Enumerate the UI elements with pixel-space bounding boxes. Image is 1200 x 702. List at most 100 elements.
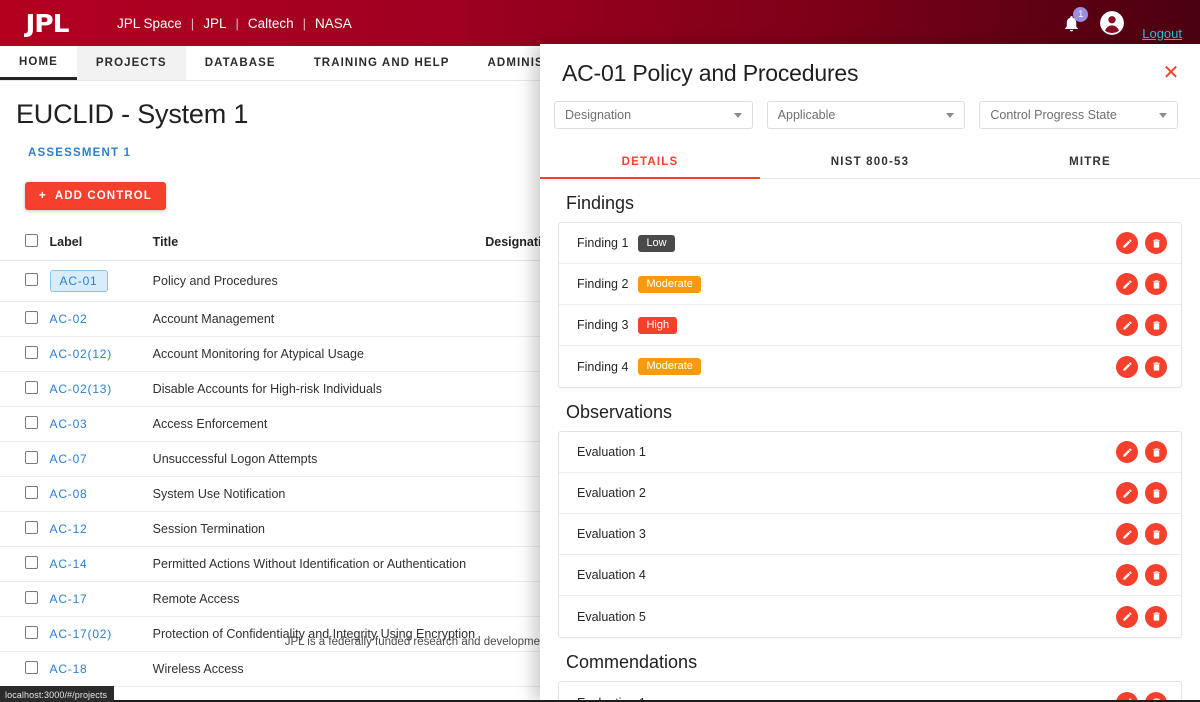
jpl-logo: JPL <box>25 8 70 38</box>
control-label-link[interactable]: AC-12 <box>50 522 88 536</box>
nav-item-projects[interactable]: PROJECTS <box>76 46 186 80</box>
list-item[interactable]: Finding 3 High <box>559 305 1181 346</box>
tab-mitre[interactable]: MITRE <box>980 145 1200 178</box>
control-label-link[interactable]: AC-17 <box>50 592 88 606</box>
brand-link-jpl[interactable]: JPL <box>194 16 235 31</box>
list-item-label: Evaluation 4 <box>577 568 646 582</box>
pencil-icon <box>1122 488 1132 498</box>
brand-link-nasa[interactable]: NASA <box>306 16 361 31</box>
delete-button[interactable] <box>1145 314 1167 336</box>
list-item[interactable]: Finding 1 Low <box>559 223 1181 264</box>
row-label-cell: AC-12 <box>49 511 153 547</box>
control-label-link[interactable]: AC-01 <box>49 270 108 292</box>
application-window: JPL JPL Space | JPL | Caltech | NASA 1 L… <box>0 0 1200 702</box>
row-checkbox[interactable] <box>25 381 38 394</box>
trash-icon <box>1152 238 1160 248</box>
row-label-cell: AC-07 <box>49 441 153 477</box>
edit-button[interactable] <box>1116 605 1138 628</box>
row-checkbox[interactable] <box>25 451 38 464</box>
brand-link-jpl-space[interactable]: JPL Space <box>108 16 191 31</box>
logout-link[interactable]: Logout <box>1142 26 1182 41</box>
designation-dropdown[interactable]: Designation <box>554 101 753 129</box>
list-item[interactable]: Evaluation 1 <box>559 682 1181 702</box>
list-item[interactable]: Evaluation 2 <box>559 473 1181 514</box>
edit-button[interactable] <box>1116 232 1138 254</box>
row-title-cell: Account Monitoring for Atypical Usage <box>152 336 486 372</box>
user-avatar-button[interactable] <box>1096 7 1128 39</box>
control-label-link[interactable]: AC-14 <box>50 557 88 571</box>
brand-bar: JPL JPL Space | JPL | Caltech | NASA 1 L… <box>0 0 1200 46</box>
pencil-icon <box>1122 320 1132 330</box>
control-progress-state-dropdown[interactable]: Control Progress State <box>979 101 1179 129</box>
row-checkbox[interactable] <box>25 521 38 534</box>
list-item-label: Evaluation 2 <box>577 486 646 500</box>
edit-button[interactable] <box>1116 273 1138 295</box>
row-checkbox[interactable] <box>25 311 38 324</box>
row-checkbox[interactable] <box>25 273 38 286</box>
panel-tabs: DETAILS NIST 800-53 MITRE <box>540 145 1200 179</box>
row-checkbox[interactable] <box>25 556 38 569</box>
list-item[interactable]: Finding 2 Moderate <box>559 264 1181 305</box>
row-label-cell: AC-03 <box>49 406 153 442</box>
row-checkbox[interactable] <box>25 346 38 359</box>
row-checkbox[interactable] <box>25 416 38 429</box>
list-item-label: Finding 4 <box>577 359 629 374</box>
tab-details[interactable]: DETAILS <box>540 145 760 179</box>
trash-icon <box>1152 447 1160 457</box>
edit-button[interactable] <box>1116 314 1138 336</box>
tab-nist-800-53[interactable]: NIST 800-53 <box>760 145 980 178</box>
nav-item-training-and-help[interactable]: TRAINING AND HELP <box>295 46 469 80</box>
trash-icon <box>1152 570 1160 580</box>
delete-button[interactable] <box>1145 232 1167 254</box>
select-all-checkbox[interactable] <box>25 234 38 247</box>
brand-link-caltech[interactable]: Caltech <box>239 16 303 31</box>
panel-header: AC-01 Policy and Procedures ✕ <box>540 44 1200 87</box>
list-item[interactable]: Finding 4 Moderate <box>559 346 1181 387</box>
edit-button[interactable] <box>1116 441 1138 463</box>
row-select-cell <box>0 260 50 302</box>
nav-item-database[interactable]: DATABASE <box>186 46 295 80</box>
row-title-cell: Access Enforcement <box>152 406 486 442</box>
applicable-dropdown[interactable]: Applicable <box>766 101 966 129</box>
row-checkbox[interactable] <box>25 486 38 499</box>
delete-button[interactable] <box>1145 355 1167 378</box>
delete-button[interactable] <box>1145 273 1167 295</box>
control-label-link[interactable]: AC-07 <box>50 452 88 466</box>
row-checkbox[interactable] <box>25 661 38 674</box>
row-checkbox[interactable] <box>25 591 38 604</box>
list-item[interactable]: Evaluation 1 <box>559 432 1181 473</box>
list-item[interactable]: Evaluation 3 <box>559 514 1181 555</box>
brand-bar-right: 1 Logout <box>1054 0 1200 46</box>
pencil-icon <box>1122 570 1132 580</box>
nav-item-home[interactable]: HOME <box>0 46 77 80</box>
trash-icon <box>1152 488 1160 498</box>
control-label-link[interactable]: AC-02(12) <box>50 347 113 361</box>
row-title-cell: Remote Access <box>152 581 486 617</box>
row-select-cell <box>0 371 50 407</box>
control-label-link[interactable]: AC-03 <box>50 417 88 431</box>
row-select-cell <box>0 511 50 547</box>
edit-button[interactable] <box>1116 482 1138 504</box>
delete-button[interactable] <box>1145 441 1167 463</box>
assessment-link[interactable]: ASSESSMENT 1 <box>28 147 131 159</box>
delete-button[interactable] <box>1145 523 1167 545</box>
control-label-link[interactable]: AC-02 <box>50 312 88 326</box>
control-label-link[interactable]: AC-18 <box>50 662 88 676</box>
list-item[interactable]: Evaluation 4 <box>559 555 1181 596</box>
list-item[interactable]: Evaluation 5 <box>559 596 1181 637</box>
delete-button[interactable] <box>1145 564 1167 586</box>
close-icon[interactable]: ✕ <box>1160 62 1182 84</box>
row-title-cell: Unsuccessful Logon Attempts <box>152 441 486 477</box>
delete-button[interactable] <box>1145 605 1167 628</box>
edit-button[interactable] <box>1116 523 1138 545</box>
add-control-button[interactable]: + ADD CONTROL <box>25 182 166 210</box>
row-label-cell: AC-14 <box>49 546 153 582</box>
delete-button[interactable] <box>1145 482 1167 504</box>
row-title-cell: Account Management <box>152 301 486 337</box>
pencil-icon <box>1122 279 1132 289</box>
control-label-link[interactable]: AC-08 <box>50 487 88 501</box>
control-label-link[interactable]: AC-02(13) <box>50 382 113 396</box>
notifications-button[interactable]: 1 <box>1054 6 1089 40</box>
edit-button[interactable] <box>1116 564 1138 586</box>
edit-button[interactable] <box>1116 355 1138 378</box>
